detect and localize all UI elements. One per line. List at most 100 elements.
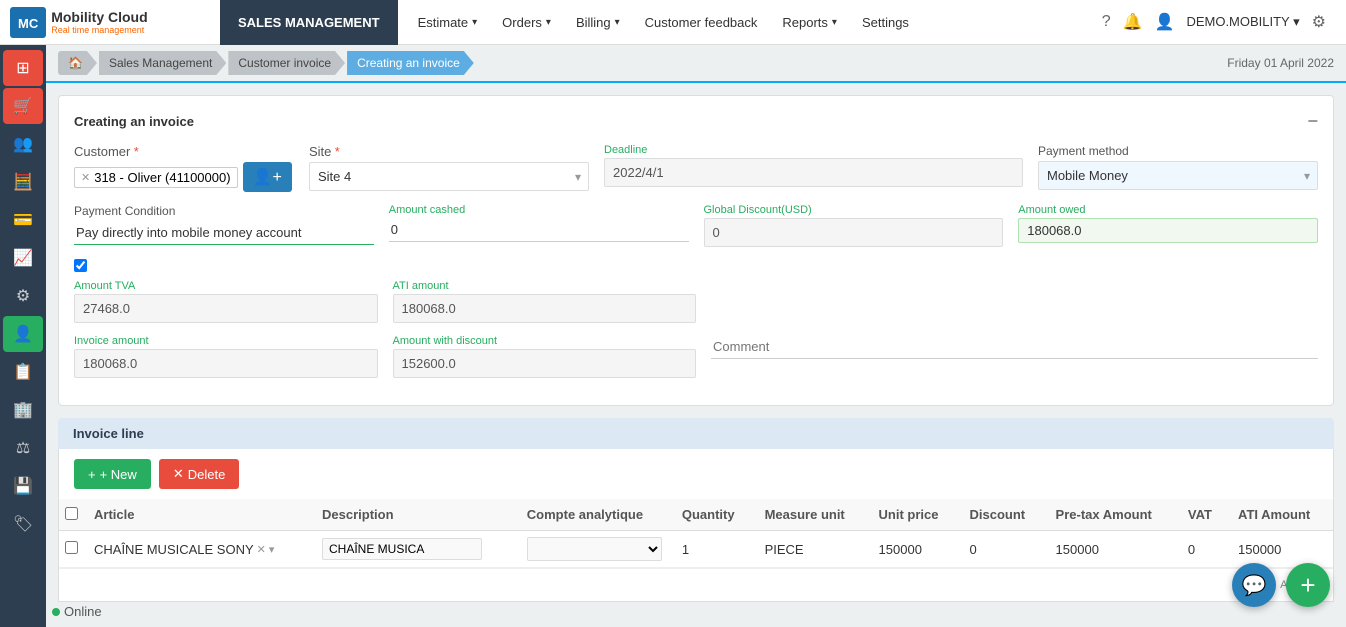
invoice-table-body: CHAÎNE MUSICALE SONY ✕ ▾ — [59, 531, 1333, 568]
amount-owed-label: Amount owed — [1018, 204, 1318, 216]
amount-with-discount-input[interactable] — [393, 349, 697, 378]
invoice-amount-label: Invoice amount — [74, 335, 378, 347]
user-arrow-icon: ▾ — [1293, 14, 1300, 29]
sidebar-item-home[interactable]: ⊞ — [3, 50, 43, 86]
customer-field-group: Customer * ✕ 318 - Oliver (41100000) 👤+ — [74, 144, 294, 192]
sidebar-item-chart[interactable]: 📈 — [3, 240, 43, 276]
billing-arrow-icon: ▾ — [615, 17, 620, 28]
site-select[interactable]: Site 4 — [309, 162, 589, 191]
site-select-wrapper: Site 4 ▾ — [309, 162, 589, 191]
nav-customer-feedback[interactable]: Customer feedback — [635, 0, 768, 45]
col-discount: Discount — [960, 499, 1046, 531]
nav-billing[interactable]: Billing ▾ — [566, 0, 630, 45]
col-checkbox — [59, 499, 84, 531]
new-invoice-line-button[interactable]: + + New — [74, 459, 151, 489]
reports-arrow-icon: ▾ — [832, 17, 837, 28]
customer-tag: ✕ 318 - Oliver (41100000) — [74, 167, 238, 188]
amount-tva-field-group: Amount TVA — [74, 280, 378, 323]
payment-condition-input[interactable] — [74, 221, 374, 245]
col-quantity: Quantity — [672, 499, 755, 531]
invoice-amount-input[interactable] — [74, 349, 378, 378]
top-navigation: MC Mobility Cloud Real time management S… — [0, 0, 1346, 45]
amount-owed-input[interactable] — [1018, 218, 1318, 243]
main-content: 🏠 Sales Management Customer invoice Crea… — [46, 45, 1346, 627]
payment-condition-field-group: Payment Condition — [74, 204, 374, 245]
sidebar-item-clipboard[interactable]: 📋 — [3, 354, 43, 390]
global-discount-input[interactable] — [704, 218, 1004, 247]
sidebar-item-settings[interactable]: ⚙ — [3, 278, 43, 314]
sidebar-item-payment[interactable]: 💳 — [3, 202, 43, 238]
sidebar-item-shop[interactable]: 🛒 — [3, 88, 43, 124]
delete-invoice-line-button[interactable]: ✕ Delete — [159, 459, 239, 489]
logo-title: Mobility Cloud — [51, 9, 147, 25]
amount-cashed-input[interactable] — [389, 218, 689, 242]
sidebar-item-scale[interactable]: ⚖ — [3, 430, 43, 466]
payment-condition-label: Payment Condition — [74, 204, 374, 218]
row-description-cell — [312, 531, 517, 568]
estimate-arrow-icon: ▾ — [472, 17, 477, 28]
row-description-input[interactable] — [322, 538, 482, 560]
row-compte-cell — [517, 531, 672, 568]
ati-amount-input[interactable] — [393, 294, 697, 323]
breadcrumb-customer-invoice[interactable]: Customer invoice — [228, 51, 345, 75]
row-remove-icon[interactable]: ✕ — [257, 543, 266, 556]
row-compte-select[interactable] — [527, 537, 662, 561]
tva-checkbox[interactable] — [74, 259, 87, 272]
comment-input[interactable] — [711, 335, 1318, 359]
delete-x-icon: ✕ — [173, 466, 184, 482]
breadcrumb-sales-management[interactable]: Sales Management — [99, 51, 226, 75]
invoice-form-card: Creating an invoice − Customer * ✕ 318 -… — [58, 95, 1334, 406]
sidebar-item-calc[interactable]: 🧮 — [3, 164, 43, 200]
breadcrumb-date: Friday 01 April 2022 — [1227, 56, 1334, 70]
invoice-line-body: + + New ✕ Delete Article Description C — [58, 449, 1334, 602]
nav-settings[interactable]: Settings — [852, 0, 919, 45]
notifications-icon[interactable]: 🔔 — [1123, 12, 1143, 32]
global-discount-label: Global Discount(USD) — [704, 204, 1004, 216]
site-label: Site * — [309, 144, 589, 159]
minimize-icon[interactable]: − — [1307, 111, 1318, 132]
checkbox-row — [74, 259, 1318, 272]
col-description: Description — [312, 499, 517, 531]
nav-reports[interactable]: Reports ▾ — [772, 0, 847, 45]
col-unit-price: Unit price — [869, 499, 960, 531]
col-article: Article — [84, 499, 312, 531]
deadline-input[interactable] — [604, 158, 1023, 187]
nav-estimate[interactable]: Estimate ▾ — [408, 0, 488, 45]
nav-orders[interactable]: Orders ▾ — [492, 0, 561, 45]
row-unit-price-cell: 150000 — [869, 531, 960, 568]
remove-customer-icon[interactable]: ✕ — [81, 171, 90, 184]
add-customer-button[interactable]: 👤+ — [243, 162, 292, 192]
invoice-line-header: Invoice line — [58, 418, 1334, 449]
row-ati-cell: 150000 — [1228, 531, 1333, 568]
row-expand-icon[interactable]: ▾ — [269, 543, 275, 556]
sidebar-item-building[interactable]: 🏢 — [3, 392, 43, 428]
col-ati: ATI Amount — [1228, 499, 1333, 531]
payment-method-select[interactable]: Mobile Money — [1038, 161, 1318, 190]
help-icon[interactable]: ? — [1102, 13, 1111, 31]
gear-icon[interactable]: ⚙ — [1312, 12, 1326, 32]
invoice-table: Article Description Compte analytique Qu… — [59, 499, 1333, 568]
breadcrumb-home[interactable]: 🏠 — [58, 51, 97, 75]
sidebar-item-person[interactable]: 👤 — [3, 316, 43, 352]
nav-right-actions: ? 🔔 👤 DEMO.MOBILITY ▾ ⚙ — [1102, 12, 1336, 32]
customer-value: 318 - Oliver (41100000) — [94, 170, 230, 185]
chat-fab-button[interactable]: 💬 — [1232, 563, 1276, 607]
sidebar-item-save[interactable]: 💾 — [3, 468, 43, 504]
select-all-checkbox[interactable] — [65, 507, 78, 520]
breadcrumb-bar: 🏠 Sales Management Customer invoice Crea… — [46, 45, 1346, 83]
user-avatar-icon[interactable]: 👤 — [1155, 12, 1175, 32]
amount-tva-label: Amount TVA — [74, 280, 378, 292]
breadcrumb-creating-invoice[interactable]: Creating an invoice — [347, 51, 474, 75]
payment-method-label: Payment method — [1038, 144, 1318, 158]
row-checkbox[interactable] — [65, 541, 78, 554]
sidebar-item-tag[interactable]: 🏷 — [3, 506, 43, 542]
ati-amount-field-group: ATI amount — [393, 280, 697, 323]
sidebar-item-users[interactable]: 👥 — [3, 126, 43, 162]
form-row-1: Customer * ✕ 318 - Oliver (41100000) 👤+ … — [74, 144, 1318, 192]
form-row-3: Amount TVA ATI amount — [74, 280, 1318, 323]
add-fab-button[interactable]: + — [1286, 563, 1330, 607]
site-field-group: Site * Site 4 ▾ — [309, 144, 589, 191]
user-label[interactable]: DEMO.MOBILITY ▾ — [1186, 14, 1299, 30]
amount-tva-input[interactable] — [74, 294, 378, 323]
payment-method-select-wrapper: Mobile Money ▾ — [1038, 161, 1318, 190]
